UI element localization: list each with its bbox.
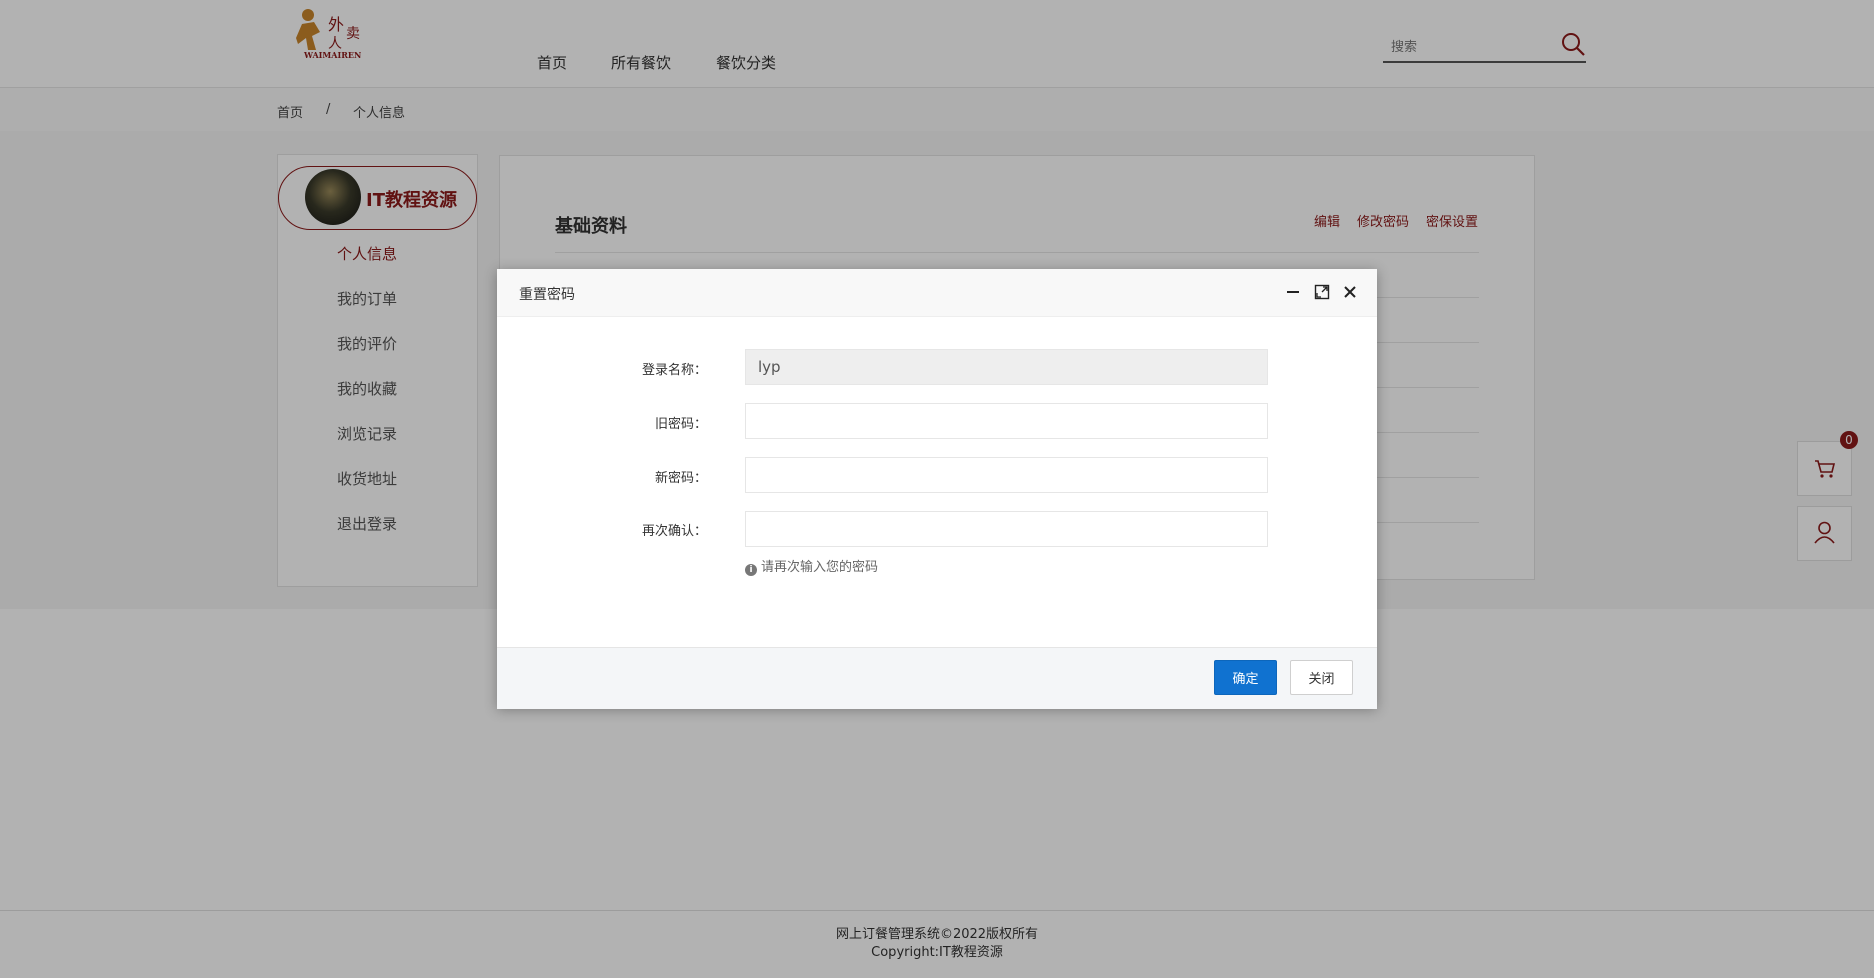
old-password-label: 旧密码： xyxy=(654,417,707,432)
minimize-icon[interactable] xyxy=(1284,283,1302,301)
new-password-field[interactable] xyxy=(745,457,1268,493)
close-button[interactable]: 关闭 xyxy=(1290,660,1353,695)
info-icon: i xyxy=(745,564,757,576)
close-icon[interactable] xyxy=(1341,283,1359,301)
confirm-password-label: 再次确认： xyxy=(641,524,707,539)
login-name-field[interactable] xyxy=(745,349,1268,385)
dialog-header xyxy=(497,269,1377,317)
reset-password-dialog: 重置密码 登录名称： 旧密码： 新密码： 再次确认： i 请再次输入您的密码 确定… xyxy=(497,269,1377,709)
old-password-field[interactable] xyxy=(745,403,1268,439)
maximize-icon[interactable] xyxy=(1313,283,1331,301)
password-hint: i 请再次输入您的密码 xyxy=(745,556,878,576)
login-name-label: 登录名称： xyxy=(641,363,707,378)
new-password-label: 新密码： xyxy=(654,471,707,486)
confirm-password-field[interactable] xyxy=(745,511,1268,547)
dialog-title: 重置密码 xyxy=(519,287,575,303)
confirm-button[interactable]: 确定 xyxy=(1214,660,1277,695)
hint-text: 请再次输入您的密码 xyxy=(761,560,879,575)
